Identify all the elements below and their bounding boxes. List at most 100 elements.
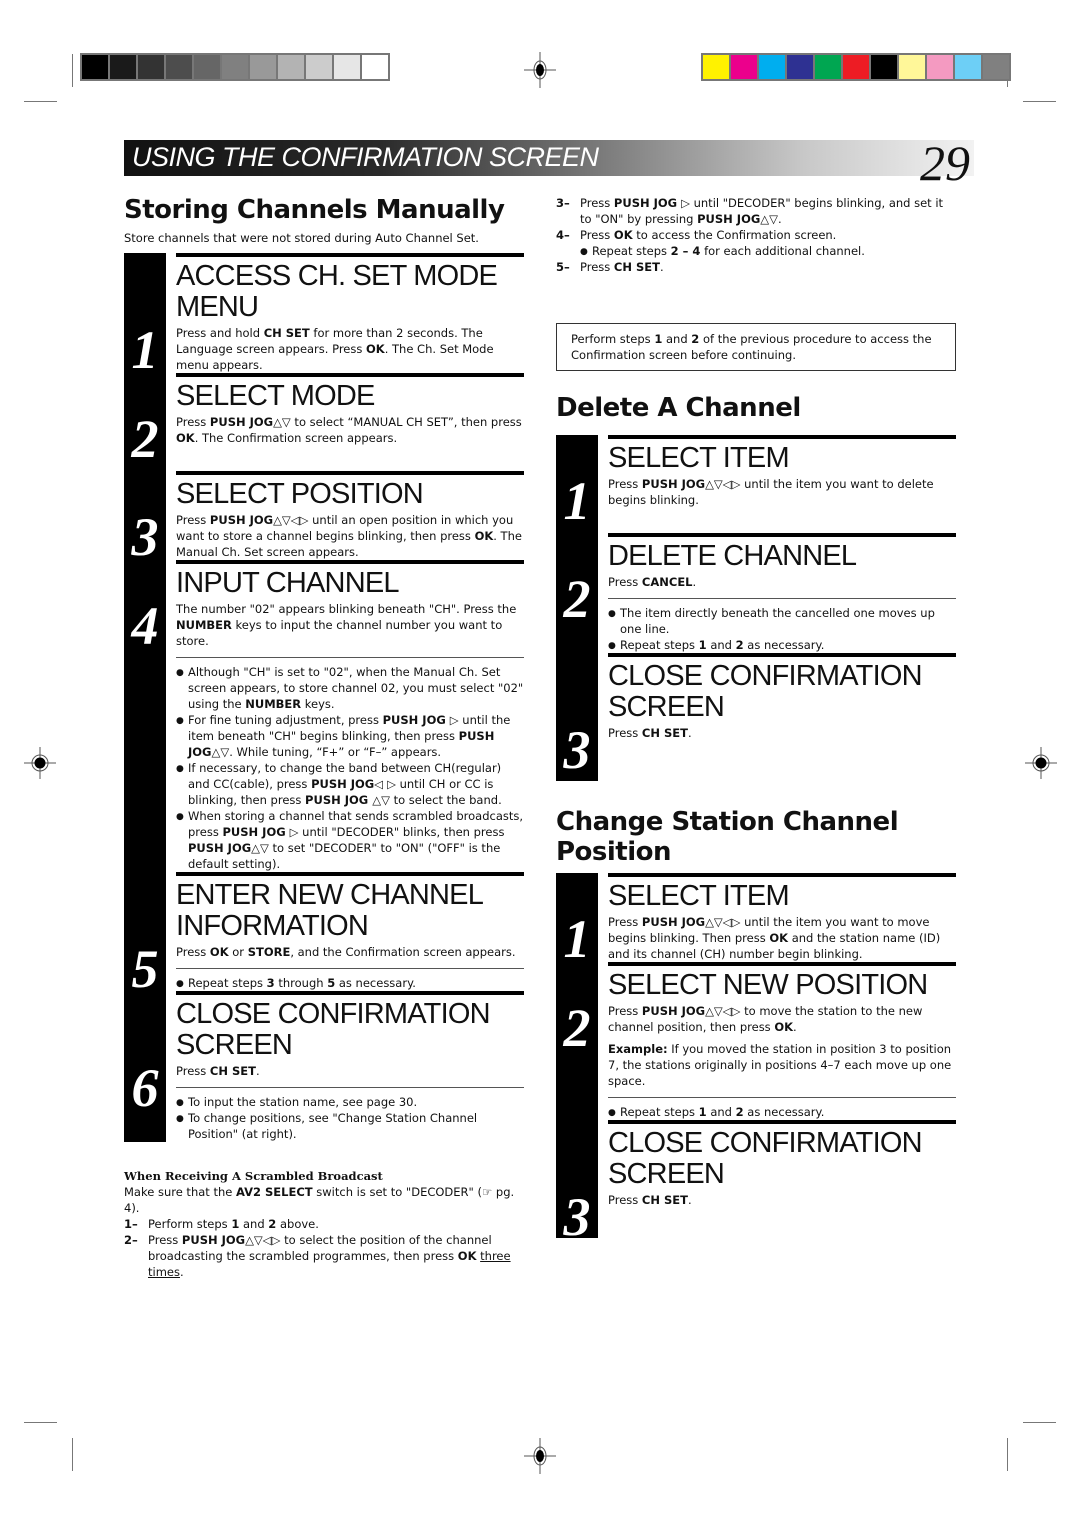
text-run: to select the band. xyxy=(389,793,502,807)
step-number: 4 xyxy=(131,596,159,656)
text-run: or xyxy=(228,945,248,959)
step-instructions: The number "02" appears blinking beneath… xyxy=(176,601,524,649)
color-swatch xyxy=(843,55,871,79)
key-label: PUSH JOG△▽◁▷ xyxy=(181,1233,281,1247)
key-label: CH SET xyxy=(263,326,310,340)
list-item: 1– Perform steps 1 and 2 above. xyxy=(124,1216,524,1232)
text-run: Press xyxy=(608,575,642,589)
text-run: Press xyxy=(580,260,614,274)
text-run: and xyxy=(706,638,736,652)
key-label: PUSH JOG△▽ xyxy=(209,415,291,429)
step-block: DELETE CHANNEL Press CANCEL. The item dire… xyxy=(608,533,956,654)
step-notes: To input the station name, see page 30. T… xyxy=(176,1087,524,1142)
text-run: . xyxy=(793,1020,797,1034)
step-instructions: Press PUSH JOG△▽◁▷ until an open positio… xyxy=(176,512,524,560)
text-run: for each additional channel. xyxy=(700,244,865,258)
text-run: and xyxy=(662,332,692,346)
key-label: OK xyxy=(209,945,229,959)
bullet-item: Although "CH" is set to "02", when the M… xyxy=(176,664,524,712)
text-run: Press xyxy=(608,726,642,740)
text-run: keys. xyxy=(301,697,335,711)
key-label: Example: xyxy=(608,1042,668,1056)
key-label: 2 xyxy=(735,638,744,652)
text-run: Although "CH" is set to "02", when the M… xyxy=(188,665,524,711)
key-label: OK xyxy=(613,228,633,242)
registration-mark-icon xyxy=(1025,747,1057,779)
step-instructions: Press CH SET. xyxy=(608,1192,956,1208)
crop-mark xyxy=(72,54,73,87)
key-label: PUSH JOG△▽ xyxy=(697,212,778,226)
key-label: 1 xyxy=(698,1105,707,1119)
bullet-item: For fine tuning adjustment, press PUSH J… xyxy=(176,712,524,760)
step-number-bar: 1 2 3 4 5 6 xyxy=(124,253,166,1142)
step-number: 3 xyxy=(563,720,591,780)
note-list-continued: 3– Press PUSH JOG ▷ until "DECODER" begin… xyxy=(556,195,956,275)
text-run: Press xyxy=(176,513,210,527)
key-label: CANCEL xyxy=(641,575,693,589)
step-notes: The item directly beneath the cancelled … xyxy=(608,598,956,654)
bullet-item: To change positions, see "Change Station… xyxy=(176,1110,524,1142)
key-label: PUSH JOG △▽ xyxy=(305,793,390,807)
crop-mark xyxy=(24,1422,57,1423)
color-swatch xyxy=(82,55,110,79)
text-run: . xyxy=(777,212,782,226)
list-number: 4– xyxy=(556,228,570,242)
key-label: 2 xyxy=(735,1105,744,1119)
color-swatch xyxy=(703,55,731,79)
step-number: 1 xyxy=(131,320,159,380)
color-swatch xyxy=(334,55,362,79)
text-run: Press xyxy=(148,1233,182,1247)
key-label: 5 xyxy=(327,976,336,990)
text-run: . xyxy=(179,1265,184,1279)
section-banner: USING THE CONFIRMATION SCREEN 29 xyxy=(124,135,974,191)
list-item: 3– Press PUSH JOG ▷ until "DECODER" begin… xyxy=(556,195,956,227)
step-instructions: Press PUSH JOG△▽◁▷ until the item you wa… xyxy=(608,914,956,962)
note-intro: Make sure that the AV2 SELECT switch is … xyxy=(124,1184,524,1216)
text-run: Perform steps xyxy=(571,332,655,346)
text-run: until "DECODER" blinks, then press xyxy=(298,825,505,839)
step-title: INPUT CHANNEL xyxy=(176,567,400,599)
text-run: through xyxy=(274,976,328,990)
text-run: . xyxy=(659,260,664,274)
step-block: INPUT CHANNEL The number "02" appears bli… xyxy=(176,560,524,872)
notice-box: Perform steps 1 and 2 of the previous pr… xyxy=(556,323,956,371)
text-run: as necessary. xyxy=(335,976,416,990)
color-swatch xyxy=(955,55,983,79)
step-number: 5 xyxy=(131,939,159,999)
step-notes: Repeat steps 3 through 5 as necessary. xyxy=(176,968,524,992)
color-swatch xyxy=(815,55,843,79)
color-swatch xyxy=(138,55,166,79)
step-number: 2 xyxy=(563,569,591,629)
text-run: Press xyxy=(580,228,614,242)
section-title: Delete A Channel xyxy=(556,393,801,423)
text-run: Press xyxy=(176,945,210,959)
step-title: DELETE CHANNEL xyxy=(608,540,857,572)
key-label: 1 xyxy=(698,638,707,652)
key-label: OK xyxy=(176,431,195,445)
text-run: , and the Confirmation screen appears. xyxy=(290,945,516,959)
note-heading: When Receiving A Scrambled Broadcast xyxy=(124,1169,383,1183)
step-title: ACCESS CH. SET MODE MENU xyxy=(176,260,498,323)
step-title: ENTER NEW CHANNEL INFORMATION xyxy=(176,879,483,942)
text-run: Press xyxy=(580,196,614,210)
registration-mark-icon xyxy=(24,747,56,779)
storing-channels-section: Storing Channels Manually Store channels… xyxy=(124,195,524,1280)
step-block: SELECT MODE Press PUSH JOG△▽ to select “M… xyxy=(176,373,524,471)
crop-mark xyxy=(24,101,57,102)
step-list: 1 2 3 4 5 6 ACCESS CH. SET MODE MENU Press and … xyxy=(124,253,524,1142)
step-block: CLOSE CONFIRMATION SCREEN Press CH SET. xyxy=(608,653,956,781)
color-swatch xyxy=(278,55,306,79)
step-title: SELECT MODE xyxy=(176,380,375,412)
list-number: 5– xyxy=(556,260,570,274)
key-label: PUSH JOG△▽◁▷ xyxy=(641,915,741,929)
text-run: Press xyxy=(176,1064,210,1078)
bullet-item: Repeat steps 3 through 5 as necessary. xyxy=(176,975,524,992)
key-label: CH SET xyxy=(613,260,660,274)
bullet-item: If necessary, to change the band between… xyxy=(176,760,524,808)
section-intro: Store channels that were not stored duri… xyxy=(124,231,479,245)
key-label: OK xyxy=(769,931,789,945)
key-label: PUSH JOG◁ ▷ xyxy=(311,777,396,791)
step-number: 2 xyxy=(131,409,159,469)
color-swatch xyxy=(250,55,278,79)
list-item: 5– Press CH SET. xyxy=(556,259,956,275)
